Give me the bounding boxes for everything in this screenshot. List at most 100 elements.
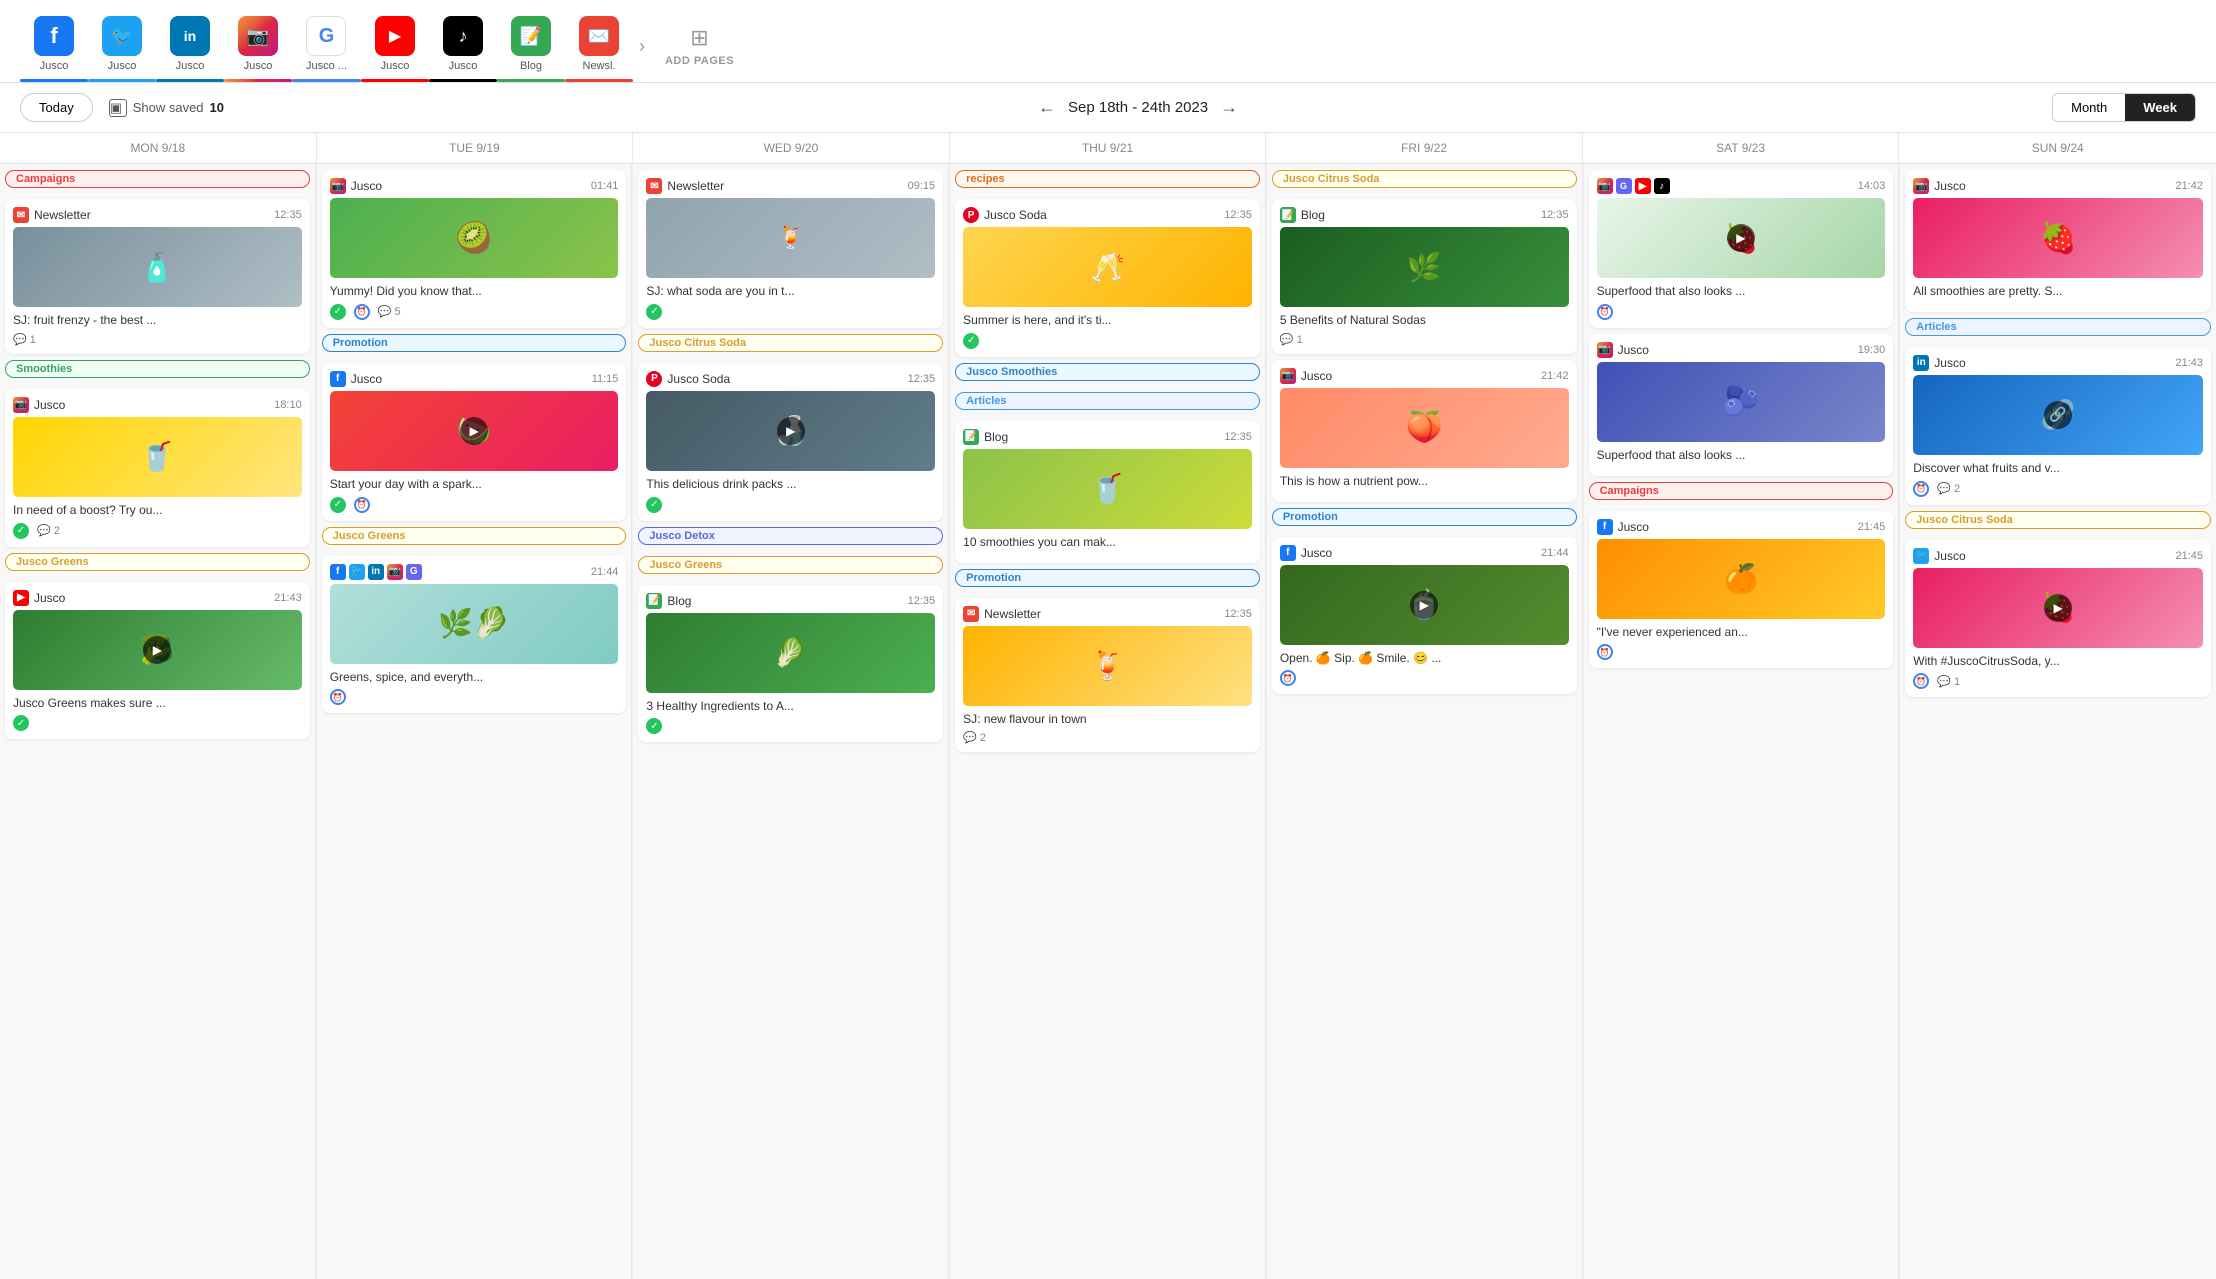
- card-blog-fri[interactable]: 📝 Blog 12:35 🌿 5 Benefits of Natural Sod…: [1272, 199, 1577, 354]
- yt-icon: ▶: [13, 590, 29, 606]
- card-header: 📷 Jusco 21:42: [1280, 368, 1569, 384]
- check-icon: ✓: [963, 333, 979, 349]
- nav-item-instagram[interactable]: 📷 Jusco: [224, 10, 292, 82]
- card-image-wrap: 🍉 ▶: [330, 391, 619, 471]
- nav-underline-li: [156, 79, 224, 82]
- card-text: 3 Healthy Ingredients to A...: [646, 698, 935, 715]
- card-text: SJ: fruit frenzy - the best ...: [13, 312, 302, 329]
- nav-label-li: Jusco: [176, 60, 205, 72]
- clock-icon: ⏰: [1913, 481, 1929, 497]
- nav-chevron-right[interactable]: ›: [633, 36, 651, 57]
- card-greens-tue[interactable]: f 🐦 in 📷 G 21:44 🌿 Greens, spice, and ev…: [322, 556, 627, 714]
- card-ig-sun[interactable]: 📷 Jusco 21:42 All smoothies are pretty. …: [1905, 170, 2211, 312]
- week-view-button[interactable]: Week: [2125, 94, 2195, 121]
- card-image: 🥤: [963, 449, 1252, 529]
- card-time: 21:42: [2175, 180, 2203, 192]
- nav-item-facebook[interactable]: f Jusco: [20, 10, 88, 82]
- card-image: [1597, 362, 1886, 442]
- play-button[interactable]: ▶: [2044, 594, 2072, 622]
- detox-badge: Jusco Detox: [638, 527, 943, 545]
- card-image: 🍹: [646, 198, 935, 278]
- jusco-smoothies-badge: Jusco Smoothies: [955, 363, 1260, 381]
- comment-count: 💬 1: [1280, 333, 1303, 346]
- check-icon: ✓: [646, 718, 662, 734]
- nav-item-newsletter[interactable]: ✉️ Newsl.: [565, 10, 633, 82]
- card-newsletter-mon[interactable]: ✉ Newsletter 12:35 🧴 SJ: fruit frenzy - …: [5, 199, 310, 354]
- newsletter-icon: ✉️: [579, 16, 619, 56]
- add-pages-button[interactable]: ⊞ ADD PAGES: [651, 19, 748, 73]
- fb-icon: f: [330, 564, 346, 580]
- facebook-icon: f: [34, 16, 74, 56]
- blog-icon: 📝: [511, 16, 551, 56]
- card-promo-tue[interactable]: f Jusco 11:15 🍉 ▶ Start your day with a …: [322, 363, 627, 521]
- nav-item-linkedin[interactable]: in Jusco: [156, 10, 224, 82]
- show-saved-toggle[interactable]: ▣ Show saved 10: [109, 99, 224, 117]
- card-time: 12:35: [1224, 209, 1252, 221]
- today-button[interactable]: Today: [20, 93, 93, 122]
- card-fb-fri[interactable]: f Jusco 21:44 🍵 ▶ Open. 🍊 Sip. 🍊 Smile. …: [1272, 537, 1577, 695]
- card-text: Discover what fruits and v...: [1913, 460, 2203, 477]
- ig-icon: 📷: [1597, 342, 1613, 358]
- card-promo-thu[interactable]: ✉ Newsletter 12:35 🍹 SJ: new flavour in …: [955, 598, 1260, 753]
- card-greens-mon[interactable]: ▶ Jusco 21:43 🥦 ▶ Jusco Greens makes sur…: [5, 582, 310, 740]
- card-newsletter-wed[interactable]: ✉ Newsletter 09:15 🍹 SJ: what soda are y…: [638, 170, 943, 328]
- card-smoothies-mon[interactable]: 📷 Jusco 18:10 🥤 In need of a boost? Try …: [5, 389, 310, 547]
- card-time: 11:15: [592, 373, 619, 385]
- nav-item-tiktok[interactable]: ♪ Jusco: [429, 10, 497, 82]
- card-time: 12:35: [908, 595, 936, 607]
- nav-underline-tk: [429, 79, 497, 82]
- card-citrus-wed[interactable]: P Jusco Soda 12:35 🍶 ▶ This delicious dr…: [638, 363, 943, 521]
- nav-item-blog[interactable]: 📝 Blog: [497, 10, 565, 82]
- card-time: 09:15: [908, 180, 936, 192]
- card-text: Jusco Greens makes sure ...: [13, 695, 302, 712]
- card-fb-sat[interactable]: f Jusco 21:45 🍊 "I've never experienced …: [1589, 511, 1894, 669]
- fb-icon: f: [1597, 519, 1613, 535]
- card-multi-sat[interactable]: 📷 G ▶ ♪ 14:03 🍓 ▶ Superfood that also lo…: [1589, 170, 1894, 328]
- card-ig-tue[interactable]: 📷 Jusco 01:41 Yummy! Did you know that..…: [322, 170, 627, 328]
- articles-badge: Articles: [955, 392, 1260, 410]
- play-button[interactable]: ▶: [460, 417, 488, 445]
- card-li-sun[interactable]: in Jusco 21:43 🔗 🔗 Discover what fruits …: [1905, 347, 2211, 505]
- plus-icon: ⊞: [690, 25, 708, 51]
- card-header: 📝 Blog 12:35: [646, 593, 935, 609]
- card-image-wrap: 🍓 ▶: [1597, 198, 1886, 278]
- jusco-greens-badge: Jusco Greens: [5, 553, 310, 571]
- platform-label: f Jusco: [1597, 519, 1649, 535]
- card-image: 🧴: [13, 227, 302, 307]
- card-ig-sat2[interactable]: 📷 Jusco 19:30 Superfood that also looks …: [1589, 334, 1894, 476]
- next-week-button[interactable]: →: [1220, 97, 1238, 118]
- comment-count: 💬 2: [1937, 482, 1960, 495]
- tw-icon: 🐦: [1913, 548, 1929, 564]
- nav-item-youtube[interactable]: ▶ Jusco: [361, 10, 429, 82]
- nav-item-google[interactable]: G Jusco ...: [292, 10, 361, 82]
- card-text: Superfood that also looks ...: [1597, 283, 1886, 300]
- card-recipes-thu[interactable]: P Jusco Soda 12:35 🥂 Summer is here, and…: [955, 199, 1260, 357]
- card-time: 14:03: [1858, 180, 1886, 192]
- card-citrus-sun[interactable]: 🐦 Jusco 21:45 🍓 ▶ With #JuscoCitrusSoda,…: [1905, 540, 2211, 698]
- platform-label: 📝 Blog: [1280, 207, 1325, 223]
- card-text: Greens, spice, and everyth...: [330, 669, 619, 686]
- play-button[interactable]: ▶: [1727, 224, 1755, 252]
- card-ig-fri[interactable]: 📷 Jusco 21:42 This is how a nutrient pow…: [1272, 360, 1577, 502]
- play-button[interactable]: ▶: [777, 417, 805, 445]
- card-text: Superfood that also looks ...: [1597, 447, 1886, 464]
- platform-label: in Jusco: [1913, 355, 1965, 371]
- play-button[interactable]: ▶: [143, 636, 171, 664]
- nav-item-twitter[interactable]: 🐦 Jusco: [88, 10, 156, 82]
- date-range-label: Sep 18th - 24th 2023: [1068, 99, 1208, 116]
- promotion-badge: Promotion: [322, 334, 627, 352]
- top-nav: f Jusco 🐦 Jusco in Jusco 📷 Jusco G Jusco…: [0, 0, 2216, 83]
- link-button[interactable]: 🔗: [2044, 401, 2072, 429]
- month-view-button[interactable]: Month: [2053, 94, 2125, 121]
- card-blog-wed[interactable]: 📝 Blog 12:35 🥬 3 Healthy Ingredients to …: [638, 585, 943, 743]
- play-button[interactable]: ▶: [1410, 591, 1438, 619]
- card-blog-thu[interactable]: 📝 Blog 12:35 🥤 10 smoothies you can mak.…: [955, 421, 1260, 563]
- newsletter-platform-icon: ✉: [13, 207, 29, 223]
- multi-platform-icons: f 🐦 in 📷 G: [330, 564, 422, 580]
- prev-week-button[interactable]: ←: [1038, 97, 1056, 118]
- platform-label: 🐦 Jusco: [1913, 548, 1965, 564]
- card-footer: ✓: [963, 333, 1252, 349]
- li-icon: in: [368, 564, 384, 580]
- day-header-tue: TUE 9/19: [317, 133, 634, 163]
- ig-icon: 📷: [330, 178, 346, 194]
